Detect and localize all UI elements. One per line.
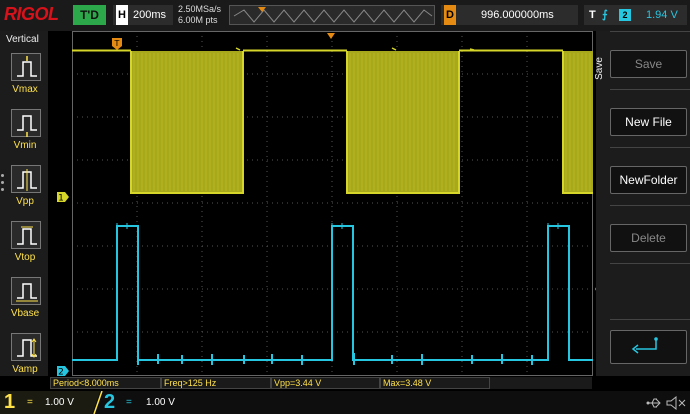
new-folder-button[interactable]: NewFolder xyxy=(610,147,690,205)
vpp-icon xyxy=(11,165,41,193)
center-time-marker xyxy=(327,33,335,39)
save-button[interactable]: Save xyxy=(610,31,690,89)
delay-display[interactable]: D 996.000000ms xyxy=(441,5,578,25)
delete-button[interactable]: Delete xyxy=(610,205,690,263)
speaker-muted-icon[interactable] xyxy=(665,396,687,410)
ch1-marker-label: 1 xyxy=(58,194,64,204)
save-button-label: Save xyxy=(610,50,687,78)
ch2-coupling: = xyxy=(126,397,132,408)
ch2-number[interactable]: 2 xyxy=(104,392,115,412)
ch2-offset-marker[interactable]: 2 xyxy=(56,364,70,378)
trigger-display[interactable]: T ⨍ 2 1.94 V xyxy=(584,5,687,25)
trigger-level: 1.94 V xyxy=(646,9,678,21)
ch1-offset-marker[interactable]: 1 xyxy=(56,190,70,204)
ch1-number[interactable]: 1 xyxy=(4,392,15,412)
ch2-scale[interactable]: 1.00 V xyxy=(146,394,175,411)
timebase-value: 200ms xyxy=(133,9,167,21)
measure-vamp-label: Vamp xyxy=(12,364,38,375)
memory-overview-graphic xyxy=(233,7,433,23)
delay-key: D xyxy=(444,5,456,25)
measure-vbase[interactable]: Vbase xyxy=(4,277,46,329)
brand-logo: RIGOL xyxy=(4,4,59,24)
timebase-key: H xyxy=(116,5,128,25)
measure-vmin[interactable]: Vmin xyxy=(4,109,46,161)
vamp-icon xyxy=(11,333,41,361)
measure-vmin-label: Vmin xyxy=(13,140,37,151)
measurement-bar: Period<8.000ms Freq>125 Hz Vpp=3.44 V Ma… xyxy=(50,377,592,389)
ch1-scale[interactable]: 1.00 V xyxy=(45,394,74,411)
status-bar: RIGOL T'D H 200ms 2.50MSa/s 6.00M pts D … xyxy=(0,0,690,31)
vbase-icon xyxy=(11,277,41,305)
measurement-freq[interactable]: Freq>125 Hz xyxy=(161,377,271,389)
return-button[interactable] xyxy=(610,319,690,377)
save-menu-title: Save xyxy=(593,57,605,80)
new-file-button-label: New File xyxy=(610,108,687,136)
save-menu: Save Save New File NewFolder Delete xyxy=(593,31,690,377)
memory-overview[interactable] xyxy=(229,5,435,25)
rising-edge-icon: ⨍ xyxy=(602,9,608,21)
channel-divider xyxy=(93,391,103,414)
new-folder-button-label: NewFolder xyxy=(610,166,687,194)
measure-vmax-label: Vmax xyxy=(12,84,38,95)
waveform-display[interactable] xyxy=(72,31,593,376)
sample-rate: 2.50MSa/s xyxy=(178,4,222,14)
measure-panel: Vertical Vmax Vmin Vpp Vtop Vbase Vamp xyxy=(0,31,48,376)
ch2-marker-label: 2 xyxy=(58,368,64,378)
trigger-pos-label: T xyxy=(114,39,120,48)
trigger-position-marker-grid[interactable]: T xyxy=(111,37,123,51)
vmax-icon xyxy=(11,53,41,81)
measurement-max[interactable]: Max=3.48 V xyxy=(380,377,490,389)
run-mode-badge[interactable]: T'D xyxy=(73,5,106,25)
measure-panel-title: Vertical xyxy=(6,34,39,45)
delete-button-label: Delete xyxy=(610,224,687,252)
return-arrow-icon xyxy=(610,330,687,364)
vmin-icon xyxy=(11,109,41,137)
channel-bar: 1 = 1.00 V 2 = 1.00 V xyxy=(0,391,690,414)
menu-spacer xyxy=(610,263,690,318)
sample-info: 2.50MSa/s 6.00M pts xyxy=(178,4,221,26)
measure-vmax[interactable]: Vmax xyxy=(4,53,46,105)
delay-value: 996.000000ms xyxy=(481,9,554,21)
new-file-button[interactable]: New File xyxy=(610,89,690,147)
timebase-display[interactable]: H 200ms xyxy=(113,5,173,25)
measure-vtop[interactable]: Vtop xyxy=(4,221,46,273)
measurement-period[interactable]: Period<8.000ms xyxy=(50,377,161,389)
trigger-source: 2 xyxy=(619,9,631,21)
trigger-key: T xyxy=(589,9,596,21)
measure-vpp-label: Vpp xyxy=(16,196,34,207)
vtop-icon xyxy=(11,221,41,249)
measure-vbase-label: Vbase xyxy=(10,308,40,319)
memory-depth: 6.00M pts xyxy=(178,15,218,25)
measurement-vpp[interactable]: Vpp=3.44 V xyxy=(271,377,380,389)
measure-vpp[interactable]: Vpp xyxy=(4,165,46,217)
ch1-coupling: = xyxy=(27,397,33,408)
measure-vtop-label: Vtop xyxy=(14,252,36,263)
measure-vamp[interactable]: Vamp xyxy=(4,333,46,385)
